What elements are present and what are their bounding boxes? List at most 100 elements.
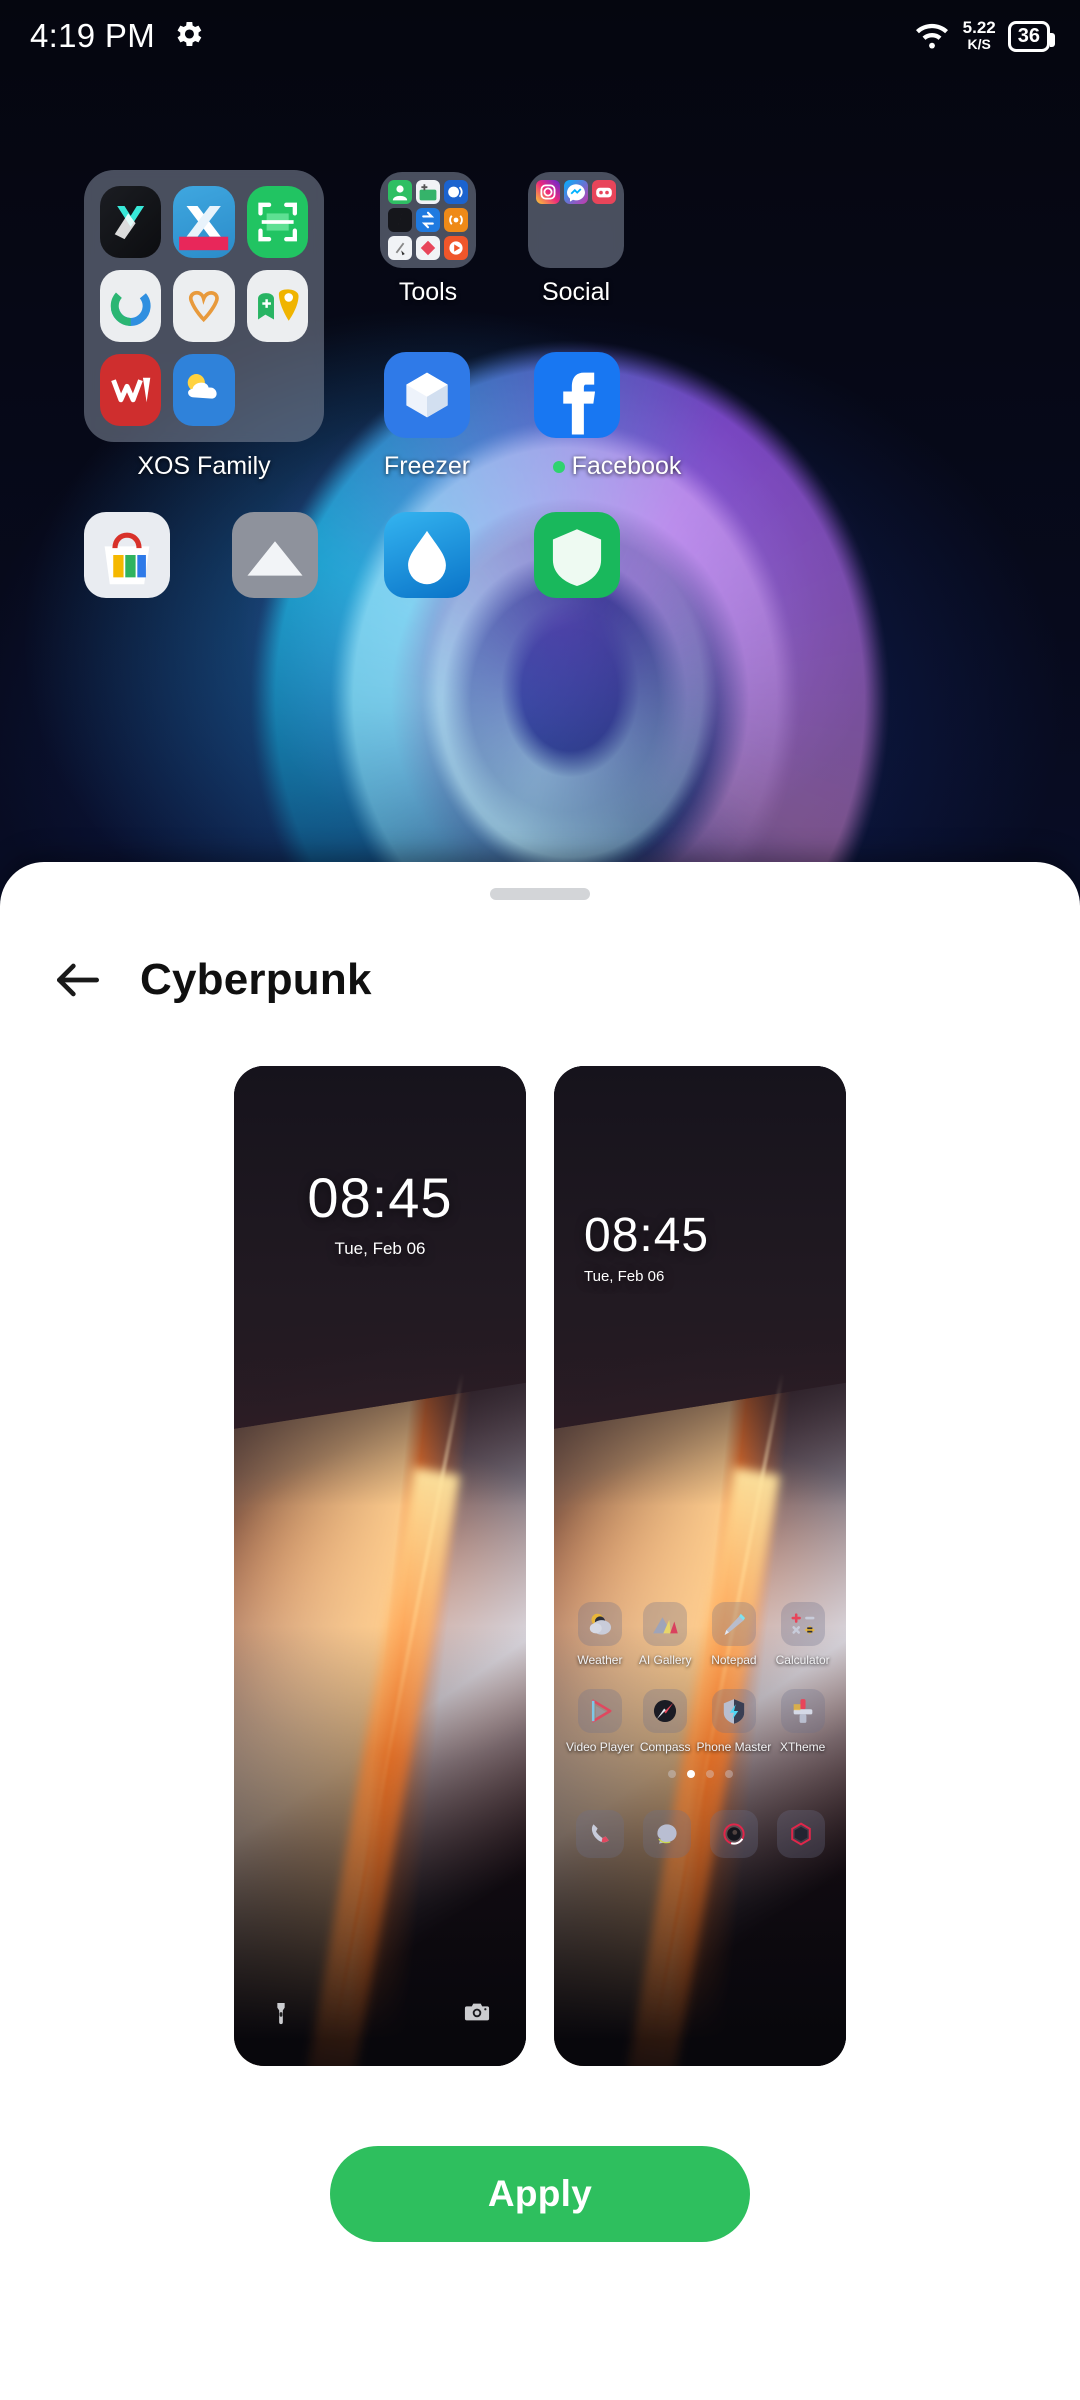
lock-clock-date: Tue, Feb 06 [334,1239,426,1258]
app-icon[interactable] [416,208,440,232]
app-icon[interactable] [100,354,162,426]
app-label-freezer: Freezer [383,452,471,480]
drag-handle[interactable] [490,888,590,900]
folder-label-xos-family: XOS Family [137,452,271,480]
app-icon[interactable] [247,354,308,426]
notification-dot [552,461,565,474]
preview-app-label: Video Player [566,1740,634,1754]
app-icon[interactable] [100,270,162,342]
preview-app-label: AI Gallery [638,1653,692,1667]
home-screen-preview[interactable]: 08:45 Tue, Feb 06 Weather AI Gallery Not… [554,1066,846,2066]
preview-app-notepad[interactable]: Notepad [697,1602,772,1667]
app-icon-row2[interactable] [384,512,470,598]
preview-app-grid: Weather AI Gallery Notepad Calculator Vi… [554,1602,846,1754]
camera-dock-icon[interactable] [709,1810,758,1858]
app-label-facebook: Facebook [500,452,734,481]
preview-app-label: Compass [639,1740,691,1754]
gallery-icon [643,1602,688,1646]
flashlight-icon[interactable] [270,2001,292,2032]
lock-clock-time: 08:45 [307,1166,453,1229]
preview-app-ai-gallery[interactable]: AI Gallery [634,1602,697,1667]
preview-app-weather[interactable]: Weather [566,1602,634,1667]
app-icon[interactable] [388,180,412,204]
app-icon[interactable] [173,354,235,426]
home-clock-time: 08:45 [584,1209,710,1262]
app-icon[interactable] [444,180,468,204]
back-arrow-icon[interactable] [50,952,106,1008]
preview-app-xtheme[interactable]: XTheme [771,1689,834,1754]
weather-icon [577,1602,622,1646]
page-dot[interactable] [705,1770,714,1778]
app-icon[interactable] [564,236,588,260]
app-icon[interactable] [444,208,468,232]
preview-app-label: Calculator [775,1653,830,1667]
app-icon[interactable] [416,236,440,260]
video-player-icon [577,1689,622,1733]
phone-icon[interactable] [575,1810,624,1858]
apply-button[interactable]: Apply [330,2146,750,2242]
app-icon[interactable] [388,236,412,260]
app-icon[interactable] [173,270,235,342]
page-dot-active[interactable] [686,1770,695,1778]
app-icon-row2[interactable] [232,512,318,598]
app-label-text: Facebook [571,452,682,480]
preview-app-compass[interactable]: Compass [634,1689,697,1754]
app-icon[interactable] [536,236,560,260]
folder-label-tools: Tools [398,278,458,306]
home-clock: 08:45 Tue, Feb 06 [554,1209,846,1286]
app-icon[interactable] [444,236,468,260]
preview-dock [554,1810,846,1858]
network-speed-value: 5.22 [962,18,996,37]
shield-icon [711,1689,756,1733]
app-icon-row2[interactable] [534,512,620,598]
calculator-icon [780,1602,825,1646]
preview-app-phone-master[interactable]: Phone Master [696,1689,772,1754]
notepad-icon [711,1602,756,1646]
page-dot[interactable] [667,1770,676,1778]
preview-app-video-player[interactable]: Video Player [566,1689,634,1754]
theme-brush-icon [780,1689,825,1733]
app-icon[interactable] [173,186,235,258]
folder-xos-family[interactable] [84,170,324,442]
battery-indicator: 36 [1007,20,1056,52]
app-icon[interactable] [536,208,560,232]
home-clock-date: Tue, Feb 06 [584,1268,665,1285]
app-icon[interactable] [416,180,440,204]
app-icon-row2[interactable] [84,512,170,598]
page-title: Cyberpunk [140,955,372,1004]
page-dot[interactable] [724,1770,733,1778]
preview-app-label: XTheme [779,1740,826,1754]
app-icon[interactable] [592,236,616,260]
app-icon[interactable] [536,180,560,204]
app-icon[interactable] [388,208,412,232]
status-bar: 4:19 PM 5.22 K/S 36 [0,0,1080,72]
network-speed-unit: K/S [967,36,991,52]
status-bar-time: 4:19 PM [30,17,155,54]
app-icon[interactable] [564,180,588,204]
lock-shortcuts [234,2001,526,2032]
folder-tools[interactable] [380,172,476,268]
messages-icon[interactable] [642,1810,691,1858]
folder-label-social: Social [541,278,611,306]
folder-social[interactable] [528,172,624,268]
lock-clock: 08:45 Tue, Feb 06 [234,1170,526,1259]
app-icon[interactable] [592,180,616,204]
app-icon-freezer[interactable] [384,352,470,438]
app-icon[interactable] [100,186,162,258]
app-icon[interactable] [564,208,588,232]
preview-app-label: Weather [577,1653,623,1667]
app-icon[interactable] [246,186,308,258]
preview-app-calculator[interactable]: Calculator [771,1602,834,1667]
gear-icon[interactable] [171,17,205,56]
preview-app-label: Phone Master [696,1740,772,1754]
app-icon[interactable] [246,270,308,342]
browser-icon[interactable] [776,1810,825,1858]
network-speed: 5.22 K/S [963,19,996,53]
page-indicator[interactable] [554,1770,846,1778]
camera-icon[interactable] [464,2001,490,2032]
preview-app-label: Notepad [711,1653,757,1667]
app-icon-facebook[interactable] [534,352,620,438]
wifi-icon [913,18,951,55]
lock-screen-preview[interactable]: 08:45 Tue, Feb 06 [234,1066,526,2066]
app-icon[interactable] [592,208,616,232]
